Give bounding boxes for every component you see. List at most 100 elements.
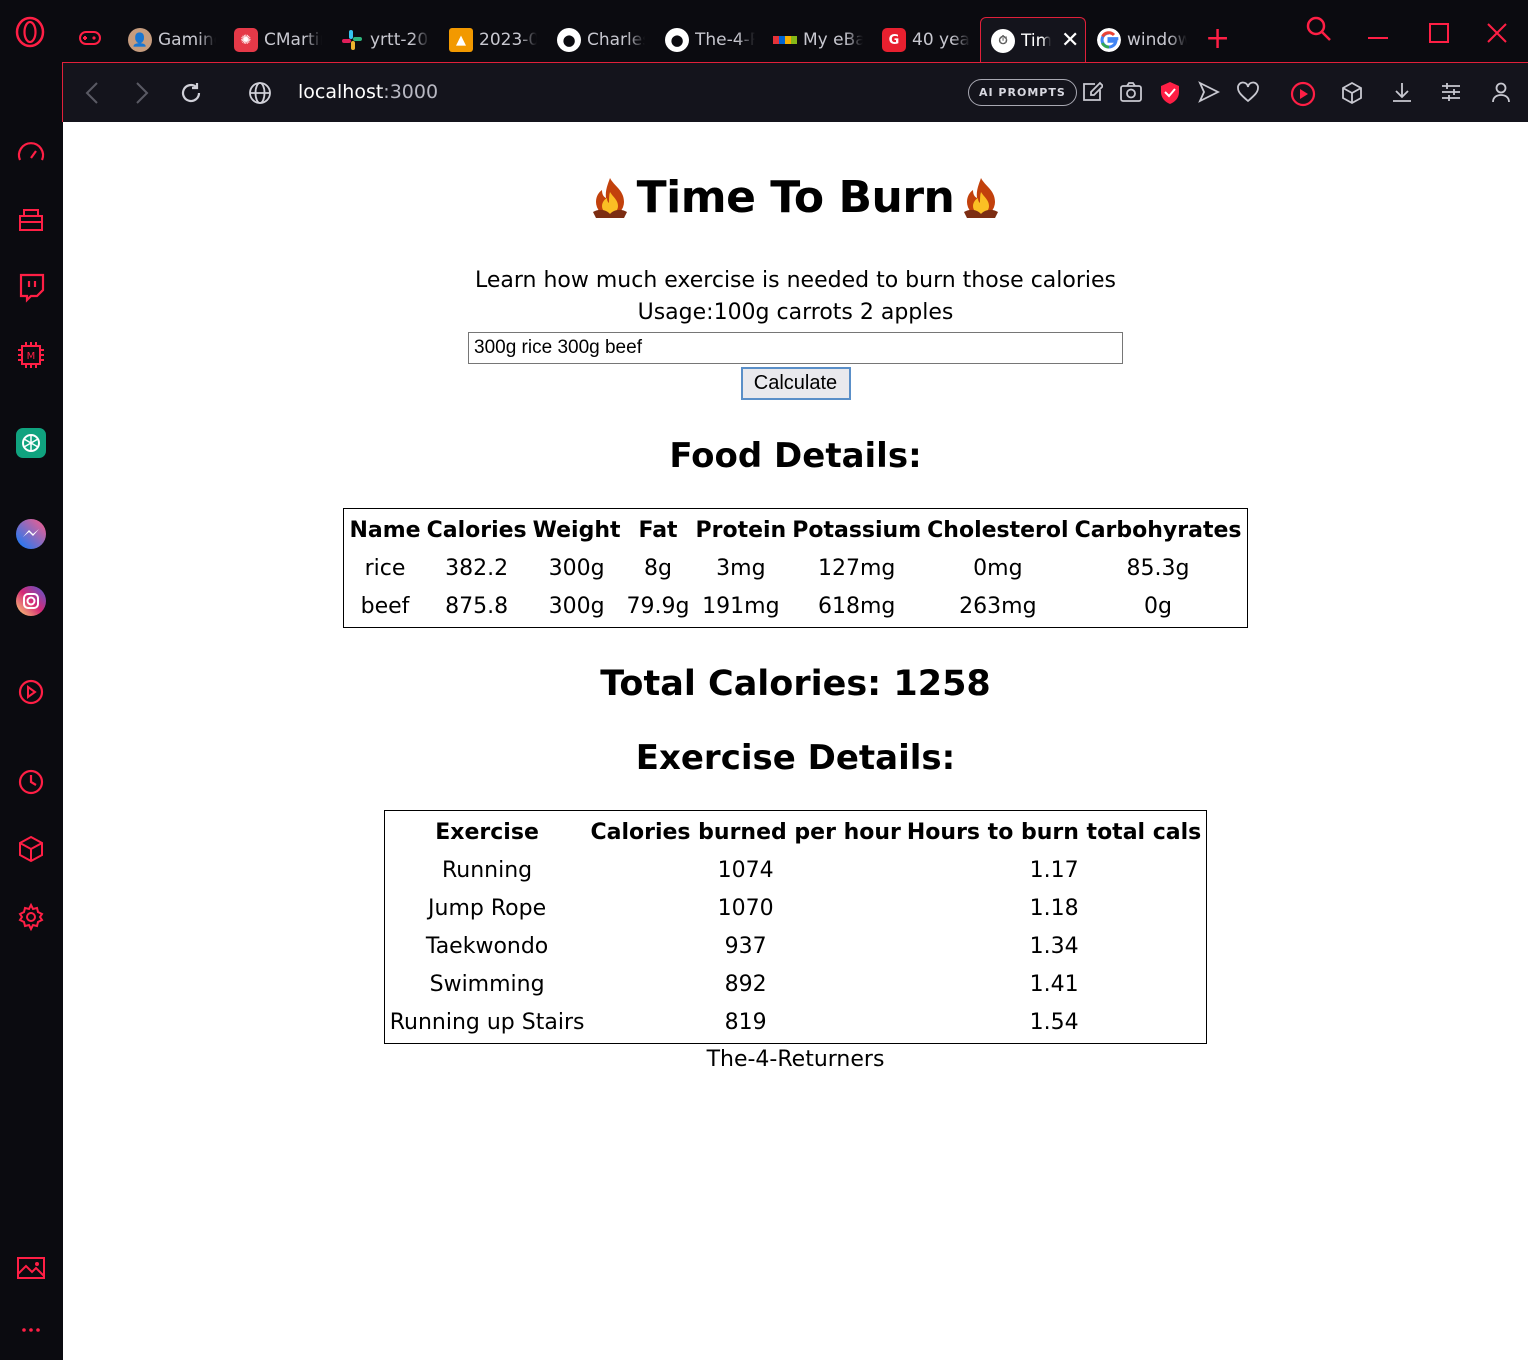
edit-icon[interactable] [1081, 81, 1103, 103]
gx-corner-icon[interactable] [15, 204, 47, 236]
new-tab-button[interactable]: + [1205, 24, 1230, 54]
g-icon: G [882, 28, 906, 52]
table-cell: 1.54 [1029, 1009, 1079, 1035]
github-icon: ● [665, 28, 689, 52]
globe-icon[interactable] [248, 81, 272, 105]
url-port: :3000 [383, 81, 439, 103]
minimize-icon[interactable] [1366, 28, 1390, 48]
camera-icon[interactable] [1119, 81, 1143, 103]
column-header: Cholesterol [927, 517, 1069, 543]
table-cell: 1.41 [1029, 971, 1079, 997]
tab-the-4-returners[interactable]: ● The-4-R [665, 20, 755, 60]
table-cell: Running up Stairs [389, 1009, 585, 1035]
table-cell: 79.9g [626, 593, 690, 619]
table-cell: 0g [1144, 593, 1173, 619]
table-cell: Swimming [429, 971, 545, 997]
column-header: Name [349, 517, 421, 543]
browser-window: 👤 Gaming ✺ CMartin yrtt-2023 ▲ 2023-0 ● … [0, 0, 1528, 1360]
player-icon[interactable] [1290, 81, 1316, 107]
table-row: Running 1074 1.17 [389, 853, 1203, 887]
table-cell: 1074 [717, 857, 774, 883]
table-cell: 1.17 [1029, 857, 1079, 883]
reload-icon[interactable] [179, 81, 203, 105]
cube-icon[interactable] [1341, 81, 1363, 105]
table-row: rice 382.2 300g 8g 3mg 127mg 0mg 85.3g [348, 551, 1242, 585]
ebay-icon [773, 36, 797, 44]
tab-title: window [1127, 30, 1187, 50]
speed-dial-icon[interactable] [15, 138, 47, 170]
tab-40-years[interactable]: G 40 years [882, 20, 970, 60]
table-cell: rice [364, 555, 406, 581]
calculate-button[interactable]: Calculate [740, 367, 851, 400]
tab-title: The-4-R [695, 30, 755, 50]
chatgpt-icon[interactable] [15, 427, 47, 459]
easy-setup-icon[interactable] [1440, 81, 1462, 103]
tab-window[interactable]: window [1097, 20, 1187, 60]
extensions-icon[interactable] [15, 833, 47, 865]
table-cell: 382.2 [445, 555, 509, 581]
messenger-icon[interactable] [15, 518, 47, 550]
table-cell: 1070 [717, 895, 774, 921]
close-tab-icon[interactable]: ✕ [1061, 28, 1079, 53]
download-icon[interactable] [1391, 81, 1413, 103]
column-header: Potassium [792, 517, 922, 543]
back-icon[interactable] [83, 81, 103, 105]
opera-logo-icon[interactable] [14, 16, 46, 48]
tab-time-to-burn[interactable]: ⏱ Time ✕ [980, 17, 1086, 63]
table-cell: 819 [724, 1009, 767, 1035]
fire-icon [964, 177, 999, 218]
more-icon[interactable] [15, 1314, 47, 1346]
column-header: Hours to burn total cals [906, 819, 1202, 845]
hardware-limiter-icon[interactable]: M [15, 339, 47, 371]
column-header: Carbohyrates [1074, 517, 1242, 543]
food-input[interactable] [468, 332, 1123, 364]
shield-icon[interactable] [1159, 81, 1181, 105]
settings-gear-icon[interactable] [15, 901, 47, 933]
tab-cmartin[interactable]: ✺ CMartin [234, 20, 322, 60]
tab-title: 2023-0 [479, 30, 537, 50]
table-cell: 300g [548, 593, 605, 619]
usage-hint: Usage:100g carrots 2 apples [637, 300, 954, 325]
table-cell: 300g [548, 555, 605, 581]
twitch-icon[interactable] [15, 271, 47, 303]
tab-title: Gaming [158, 30, 216, 50]
table-cell: 875.8 [445, 593, 509, 619]
history-icon[interactable] [15, 766, 47, 798]
tab-yrtt[interactable]: yrtt-2023 [340, 20, 430, 60]
table-cell: 3mg [716, 555, 766, 581]
svg-text:M: M [27, 351, 36, 362]
heart-icon[interactable] [1236, 81, 1260, 103]
food-details-heading: Food Details: [669, 436, 922, 476]
ai-prompts-button[interactable]: AI PROMPTS [968, 79, 1077, 106]
tab-bar: 👤 Gaming ✺ CMartin yrtt-2023 ▲ 2023-0 ● … [0, 0, 1528, 63]
stopwatch-icon: ⏱ [991, 28, 1015, 53]
page-title: Time To Burn [636, 172, 955, 223]
tab-title: My eBay [803, 30, 863, 50]
music-player-icon[interactable] [15, 676, 47, 708]
tab-charles[interactable]: ● Charles [557, 20, 645, 60]
forward-icon[interactable] [131, 81, 151, 105]
column-header: Weight [532, 517, 621, 543]
swirl-icon: ✺ [234, 28, 258, 52]
instagram-icon[interactable] [15, 585, 47, 617]
tab-title: 40 years [912, 30, 970, 50]
tab-title: Charles [587, 30, 645, 50]
column-header: Protein [695, 517, 787, 543]
send-icon[interactable] [1198, 81, 1220, 103]
maximize-icon[interactable] [1428, 22, 1450, 44]
slides-icon: ▲ [449, 28, 473, 52]
tab-ebay[interactable]: My eBay [773, 20, 863, 60]
table-cell: 1.18 [1029, 895, 1079, 921]
table-cell: 263mg [959, 593, 1037, 619]
profile-icon[interactable] [1491, 81, 1511, 103]
tab-title: Time [1021, 30, 1051, 51]
url-field[interactable]: localhost:3000 [298, 81, 438, 103]
column-header: Exercise [435, 819, 539, 845]
close-window-icon[interactable] [1486, 22, 1508, 44]
tab-2023[interactable]: ▲ 2023-0 [449, 20, 537, 60]
gx-control-icon[interactable] [78, 26, 102, 50]
tab-gaming[interactable]: 👤 Gaming [128, 20, 216, 60]
table-cell: 1.34 [1029, 933, 1079, 959]
search-tabs-icon[interactable] [1306, 16, 1332, 42]
wallpaper-icon[interactable] [15, 1252, 47, 1284]
